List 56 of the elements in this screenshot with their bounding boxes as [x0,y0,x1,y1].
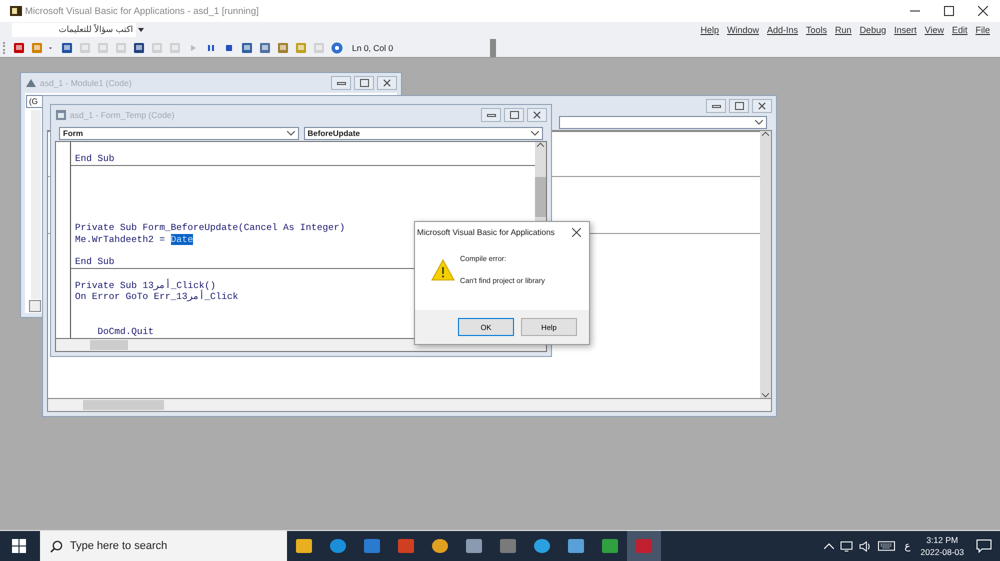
caret-icon[interactable] [138,28,144,32]
clock-time[interactable]: 3:12 PM [926,534,958,546]
notification-icon[interactable] [976,539,992,553]
close-button[interactable] [752,99,772,113]
search-icon [50,540,63,553]
taskbar-search-field[interactable]: Type here to search [40,531,287,561]
menu-item[interactable]: Help [696,25,723,35]
menu-item[interactable]: Run [831,25,856,35]
code-line: Private Sub أمر13_Click() [75,280,216,292]
vertical-scrollbar[interactable] [760,131,771,398]
menu-item[interactable]: View [920,25,948,35]
code-line: DoCmd.Quit [96,326,154,337]
toolbar-options-button[interactable] [490,38,496,56]
minimize-button[interactable] [706,99,726,113]
selected-code-text: Date [170,234,194,246]
restore-button[interactable] [729,99,749,113]
menu-item[interactable]: Edit [948,25,972,35]
object-dropdown[interactable]: Form [59,126,298,140]
procedure-dropdown[interactable]: BeforeUpdate [304,126,543,140]
horizontal-scrollbar[interactable] [47,399,772,412]
code-line: On Error GoTo Err_أمر13_Click [75,291,238,303]
menu-item[interactable]: Insert [890,25,921,35]
warning-icon [431,259,455,281]
windows-logo-icon[interactable] [12,539,26,553]
chevron-up-icon[interactable] [824,543,834,549]
minimize-icon[interactable] [910,10,920,12]
help-question-field[interactable]: اكتب سؤالاً للتعليمات [12,23,136,37]
close-icon[interactable] [572,228,581,236]
input-language-indicator[interactable]: ع [904,540,911,552]
code-line: End Sub [75,153,114,165]
menu-item[interactable]: Tools [802,25,832,35]
maximize-icon[interactable] [944,6,954,16]
code-line: Me.WrTahdeeth2 = [75,234,166,246]
restore-button[interactable] [504,108,524,122]
window-title: asd_1 - Module1 (Code) [40,78,132,88]
menu-item[interactable]: Window [722,25,763,35]
monitor-icon[interactable] [840,540,853,552]
minimize-button[interactable] [481,108,501,122]
code-line: End Sub [75,256,114,268]
window-title: Microsoft Visual Basic for Applications - asd_1 [running] [25,6,259,16]
window-title: asd_1 - Form_Temp (Code) [70,110,174,120]
keyboard-icon[interactable] [878,541,895,551]
menu-item[interactable]: Debug [856,25,890,35]
close-icon[interactable] [533,111,541,119]
clock-date[interactable]: 2022-08-03 [920,546,964,558]
menu-item[interactable]: File [971,25,994,35]
app-icon [9,4,23,18]
code-line: Private Sub Form_BeforeUpdate(Cancel As Integer) [75,222,346,234]
form-icon [55,109,67,121]
speaker-icon[interactable] [858,540,872,552]
menu-item[interactable]: Add-Ins [763,25,802,35]
module-icon [25,77,37,89]
close-button[interactable] [527,108,547,122]
close-icon[interactable] [758,102,766,110]
procedure-dropdown[interactable] [559,116,767,129]
close-icon[interactable] [978,6,988,16]
